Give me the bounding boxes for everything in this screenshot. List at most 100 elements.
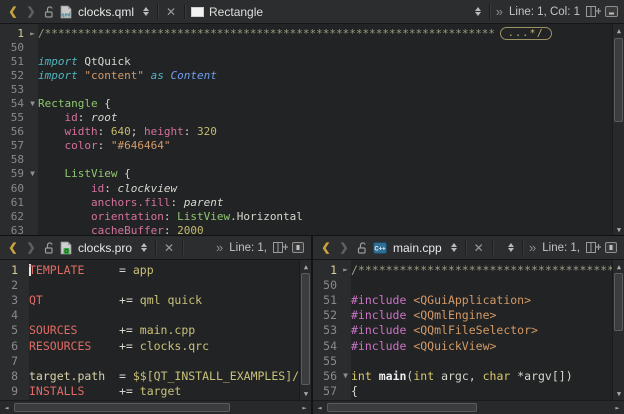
fold-marker-icon[interactable]: ▼: [27, 169, 38, 178]
toolbar-overflow-chevron[interactable]: »: [216, 240, 223, 255]
scrollbar-thumb[interactable]: [327, 403, 477, 412]
code-area: 1►/*************************************…: [313, 260, 612, 400]
symbol-selector[interactable]: Rectangle: [209, 5, 263, 19]
forward-button[interactable]: ❯: [22, 238, 40, 258]
folded-comment-badge[interactable]: ...*/: [500, 27, 552, 40]
line-number: 54: [313, 339, 340, 353]
line-number: 56: [0, 125, 27, 138]
forward-button[interactable]: ❯: [335, 238, 353, 258]
scroll-down-arrow[interactable]: ▼: [613, 387, 624, 400]
document-dropdown-arrows[interactable]: [139, 2, 153, 22]
code-line: 56▼int main(int argc, char *argv[]): [313, 368, 612, 383]
document-dropdown-arrows[interactable]: [137, 238, 151, 258]
back-button[interactable]: ❮: [4, 238, 22, 258]
code-text: width: 640; height: 320: [38, 125, 612, 138]
code-text: orientation: ListView.Horizontal: [38, 210, 612, 223]
forward-button[interactable]: ❯: [22, 2, 40, 22]
line-number: 3: [0, 293, 21, 307]
cpp-code-editor[interactable]: 1►/*************************************…: [313, 260, 624, 414]
toolbar-separator: [184, 4, 185, 19]
code-line: 4: [0, 308, 299, 323]
scroll-down-arrow[interactable]: ▼: [300, 387, 311, 400]
scroll-left-arrow[interactable]: ◄: [313, 401, 326, 414]
code-text: Rectangle {: [38, 97, 612, 110]
close-split-icon[interactable]: [602, 238, 620, 258]
fold-marker-icon[interactable]: ▼: [340, 371, 351, 380]
cursor-position-label: Line: 1,: [229, 242, 267, 254]
close-document-button[interactable]: ✕: [162, 2, 180, 22]
code-text: TEMPLATE = app: [29, 263, 299, 277]
scrollbar-thumb[interactable]: [614, 38, 623, 122]
code-text: #include <QQmlEngine>: [351, 308, 612, 322]
vertical-scrollbar[interactable]: ▲ ▼: [299, 260, 311, 400]
line-number: 1: [313, 263, 340, 277]
vertical-scrollbar[interactable]: ▲ ▼: [612, 24, 624, 236]
top-editor-toolbar: ❮ ❯ qml clocks.qml ✕ Rectangle » Line: 1…: [0, 0, 624, 24]
vertical-scrollbar[interactable]: ▲ ▼: [612, 260, 624, 400]
scroll-up-arrow[interactable]: ▲: [300, 260, 311, 273]
scroll-right-arrow[interactable]: ►: [611, 401, 624, 414]
line-number: 5: [0, 323, 21, 337]
symbol-dropdown-arrows[interactable]: [471, 2, 485, 22]
lock-icon: [40, 2, 58, 22]
line-number: 61: [0, 196, 27, 209]
line-number: 57: [0, 139, 27, 152]
fold-marker-icon[interactable]: ►: [340, 265, 351, 274]
open-document-selector[interactable]: clocks.pro: [78, 241, 132, 255]
horizontal-scrollbar[interactable]: ◄ ►: [0, 400, 311, 414]
scroll-up-arrow[interactable]: ▲: [613, 260, 624, 273]
toolbar-separator: [157, 4, 158, 19]
back-button[interactable]: ❮: [317, 238, 335, 258]
line-number: 51: [0, 55, 27, 68]
pro-code-editor[interactable]: 1TEMPLATE = app23QT += qml quick45SOURCE…: [0, 260, 311, 414]
fold-marker-icon[interactable]: ►: [27, 29, 38, 38]
line-number: 52: [313, 308, 340, 322]
document-dropdown-arrows[interactable]: [447, 238, 461, 258]
line-number: 6: [0, 339, 21, 353]
scrollbar-thumb[interactable]: [14, 403, 230, 412]
svg-text:qml: qml: [62, 12, 72, 18]
line-number: 53: [0, 83, 27, 96]
horizontal-scrollbar[interactable]: ◄ ►: [313, 400, 624, 414]
line-number: 51: [313, 293, 340, 307]
close-document-button[interactable]: ✕: [160, 238, 178, 258]
split-editor-icon[interactable]: [584, 238, 602, 258]
code-text: import "content" as Content: [38, 69, 612, 82]
toolbar-separator: [155, 240, 156, 255]
fold-marker-icon[interactable]: ▼: [27, 99, 38, 108]
toolbar-overflow-chevron[interactable]: »: [529, 240, 536, 255]
code-text: id: root: [38, 111, 612, 124]
scrollbar-thumb[interactable]: [301, 273, 310, 385]
code-line: 54▼Rectangle {: [0, 96, 612, 110]
code-text: id: clockview: [38, 182, 612, 195]
split-editor-icon[interactable]: [271, 238, 289, 258]
qml-code-editor[interactable]: 1►/*************************************…: [0, 24, 624, 236]
open-in-new-window-icon[interactable]: [602, 2, 620, 22]
back-button[interactable]: ❮: [4, 2, 22, 22]
toolbar-overflow-chevron[interactable]: »: [496, 4, 503, 19]
split-editor-icon[interactable]: [584, 2, 602, 22]
open-document-selector[interactable]: main.cpp: [393, 241, 442, 255]
line-number: 9: [0, 384, 21, 398]
symbol-dropdown-arrows[interactable]: [504, 238, 518, 258]
line-number: 1: [0, 263, 21, 277]
toolbar-separator: [492, 240, 493, 255]
code-text: INSTALLS += target: [29, 384, 299, 398]
code-line: 1 TEMPLATE = app: [0, 262, 299, 277]
qml-file-icon: qml: [60, 5, 72, 19]
open-document-selector[interactable]: clocks.qml: [78, 5, 134, 19]
code-line: 7: [0, 353, 299, 368]
line-number: 53: [313, 323, 340, 337]
code-line: 54#include <QQuickView>: [313, 338, 612, 353]
scroll-right-arrow[interactable]: ►: [298, 401, 311, 414]
code-text: {: [351, 384, 612, 398]
code-line: 51#include <QGuiApplication>: [313, 292, 612, 307]
close-document-button[interactable]: ✕: [470, 238, 488, 258]
scrollbar-thumb[interactable]: [614, 273, 623, 331]
line-number: 57: [313, 384, 340, 398]
line-number: 54: [0, 97, 27, 110]
code-line: 60 id: clockview: [0, 181, 612, 195]
scroll-up-arrow[interactable]: ▲: [613, 24, 624, 37]
close-split-icon[interactable]: [289, 238, 307, 258]
scroll-left-arrow[interactable]: ◄: [0, 401, 13, 414]
